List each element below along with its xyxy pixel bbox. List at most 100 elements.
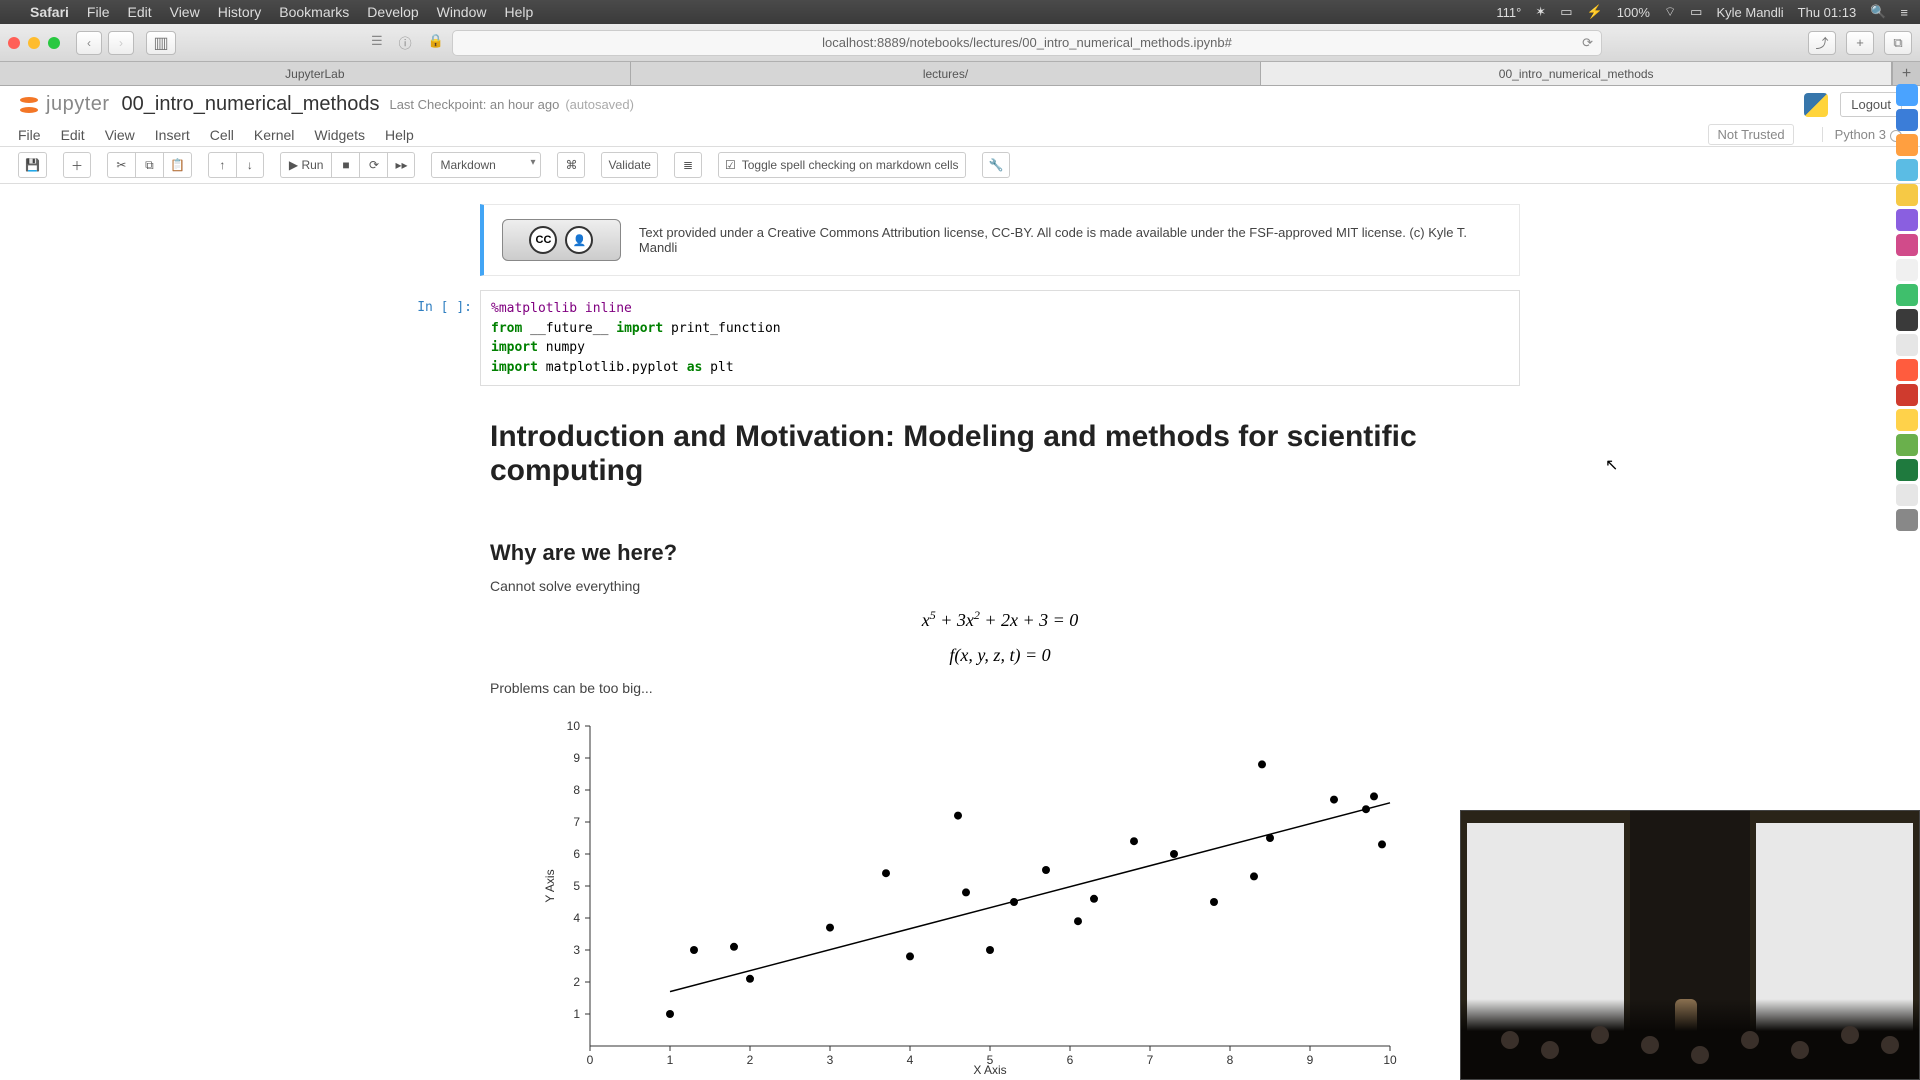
display-icon[interactable]: ▭ [1560,4,1572,20]
screen-mirror-icon[interactable]: ▭ [1690,4,1702,20]
dock-app-12[interactable] [1896,384,1918,406]
menu-app-name[interactable]: Safari [30,4,69,20]
menu-help[interactable]: Help [504,4,533,20]
svg-text:2: 2 [573,975,580,989]
maximize-window-button[interactable] [48,37,60,49]
tab-jupyterlab[interactable]: JupyterLab [0,62,631,85]
dock-app-3[interactable] [1896,159,1918,181]
menu-file[interactable]: File [87,4,110,20]
fan-icon[interactable]: ✶ [1535,4,1546,20]
menu-view[interactable]: View [170,4,200,20]
toc-button[interactable]: ≣ [674,152,702,178]
nb-menu-insert[interactable]: Insert [155,127,190,143]
code-content[interactable]: %matplotlib inline from __future__ impor… [480,290,1520,386]
status-clock[interactable]: Thu 01:13 [1798,5,1857,20]
macos-dock [1894,80,1920,535]
battery-plug-icon[interactable]: ⚡ [1587,4,1603,20]
nb-menu-view[interactable]: View [105,127,135,143]
variable-inspector-button[interactable]: 🔧 [982,152,1011,178]
dock-app-15[interactable] [1896,459,1918,481]
tab-notebook[interactable]: 00_intro_numerical_methods [1261,62,1892,85]
dock-app-6[interactable] [1896,234,1918,256]
status-battery[interactable]: 100% [1617,5,1650,20]
privacy-icon[interactable]: ⓘ [399,33,412,52]
new-tab-button[interactable]: + [1846,31,1874,55]
forward-button[interactable]: › [108,31,134,55]
tab-lectures[interactable]: lectures/ [631,62,1262,85]
cc-icon: CC [529,226,557,254]
move-down-button[interactable]: ↓ [236,152,264,178]
cell-license[interactable]: CC 👤 Text provided under a Creative Comm… [400,204,1520,276]
cut-button[interactable]: ✂ [107,152,135,178]
nb-menu-file[interactable]: File [18,127,41,143]
svg-text:Y Axis: Y Axis [543,869,557,902]
validate-button[interactable]: Validate [601,152,657,178]
nb-menu-kernel[interactable]: Kernel [254,127,294,143]
nb-menu-cell[interactable]: Cell [210,127,234,143]
kernel-name[interactable]: Python 3 [1822,127,1902,142]
run-button[interactable]: ▶ Run [280,152,332,178]
dock-app-5[interactable] [1896,209,1918,231]
lock-icon[interactable]: 🔒 [428,33,444,52]
cell-why-heading[interactable]: Why are we here? Cannot solve everything… [400,522,1520,1076]
svg-text:8: 8 [1227,1053,1234,1067]
notebook-title[interactable]: 00_intro_numerical_methods [122,93,380,116]
svg-text:2: 2 [747,1053,754,1067]
python-logo-icon [1804,93,1828,117]
jupyter-logo[interactable]: jupyter [18,93,110,116]
cell-imports[interactable]: In [ ]: %matplotlib inline from __future… [400,290,1520,386]
nb-menu-widgets[interactable]: Widgets [314,127,365,143]
logout-button[interactable]: Logout [1840,92,1902,117]
dock-app-1[interactable] [1896,109,1918,131]
status-temp[interactable]: 111° [1496,5,1521,20]
spotlight-icon[interactable]: 🔍 [1870,4,1886,20]
interrupt-button[interactable]: ■ [331,152,359,178]
dock-app-10[interactable] [1896,334,1918,356]
dock-app-7[interactable] [1896,259,1918,281]
status-user[interactable]: Kyle Mandli [1716,5,1783,20]
dock-app-17[interactable] [1896,509,1918,531]
dock-app-14[interactable] [1896,434,1918,456]
menu-history[interactable]: History [218,4,262,20]
not-trusted-badge[interactable]: Not Trusted [1708,124,1793,145]
paste-button[interactable]: 📋 [163,152,192,178]
close-window-button[interactable] [8,37,20,49]
tabs-overview-button[interactable]: ⧉ [1884,31,1912,55]
dock-app-11[interactable] [1896,359,1918,381]
reload-icon[interactable]: ⟳ [1582,35,1593,51]
menu-window[interactable]: Window [437,4,487,20]
dock-app-13[interactable] [1896,409,1918,431]
sidebar-toggle-button[interactable]: ▥ [146,31,176,55]
back-button[interactable]: ‹ [76,31,102,55]
dock-app-8[interactable] [1896,284,1918,306]
restart-run-all-button[interactable]: ▸▸ [387,152,415,178]
nb-menu-help[interactable]: Help [385,127,414,143]
minimize-window-button[interactable] [28,37,40,49]
menu-develop[interactable]: Develop [367,4,418,20]
video-pip[interactable] [1460,810,1920,1080]
spellcheck-toggle-button[interactable]: ☑Toggle spell checking on markdown cells [718,152,966,178]
menu-edit[interactable]: Edit [127,4,151,20]
reader-icon[interactable]: ☰ [371,33,383,52]
insert-cell-button[interactable]: ＋ [63,152,91,178]
dock-app-2[interactable] [1896,134,1918,156]
nb-menu-edit[interactable]: Edit [61,127,85,143]
equation-func: f(x, y, z, t) = 0 [490,645,1510,666]
wifi-icon[interactable]: ⌔ [1664,4,1676,20]
save-button[interactable]: 💾 [18,152,47,178]
restart-button[interactable]: ⟳ [359,152,387,178]
dock-app-0[interactable] [1896,84,1918,106]
share-button[interactable]: ⤴ [1808,31,1836,55]
copy-button[interactable]: ⧉ [135,152,163,178]
cell-intro-heading[interactable]: Introduction and Motivation: Modeling an… [400,400,1520,508]
menu-bookmarks[interactable]: Bookmarks [279,4,349,20]
heading-why: Why are we here? [490,540,1510,566]
command-palette-button[interactable]: ⌘ [557,152,585,178]
menu-icon[interactable]: ≡ [1900,5,1908,20]
dock-app-9[interactable] [1896,309,1918,331]
dock-app-16[interactable] [1896,484,1918,506]
dock-app-4[interactable] [1896,184,1918,206]
move-up-button[interactable]: ↑ [208,152,236,178]
url-bar[interactable]: ☰ ⓘ 🔒 localhost:8889/notebooks/lectures/… [452,30,1602,56]
cell-type-select[interactable]: Markdown [431,152,541,178]
